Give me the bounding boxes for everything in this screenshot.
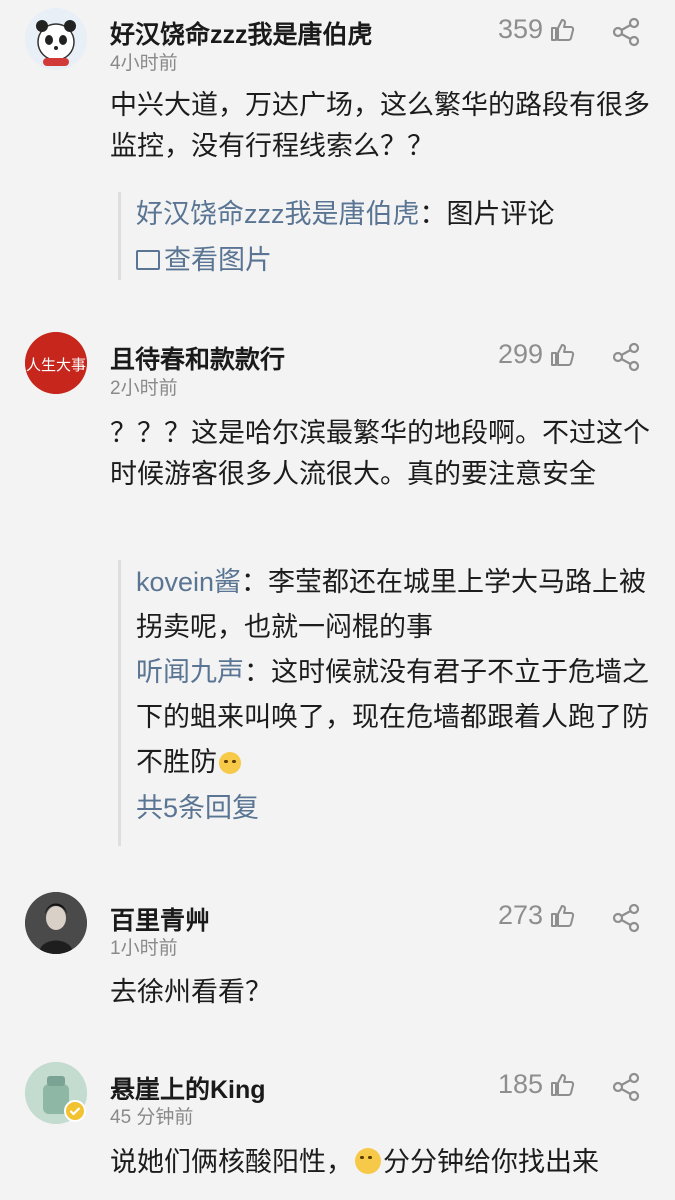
avatar[interactable] <box>25 892 87 954</box>
like-count: 273 <box>497 900 543 930</box>
username[interactable]: 悬崖上的King <box>110 1070 266 1106</box>
thumbs-up-icon <box>551 18 575 41</box>
like-button[interactable]: 273 <box>498 900 575 931</box>
reply-line: 听闻九声：这时候就没有君子不立于危墙之下的蛆来叫唤了，现在危墙都跟着人跑了防不胜… <box>136 650 666 785</box>
comment-text-part: 说她们俩核酸阳性， <box>110 1147 353 1177</box>
comment-text-part: 分分钟给你找出来 <box>383 1147 599 1177</box>
like-count: 185 <box>497 1069 543 1099</box>
avatar[interactable] <box>25 8 87 70</box>
share-icon[interactable] <box>611 903 641 933</box>
emoji-icon <box>219 752 241 774</box>
share-icon[interactable] <box>611 1072 641 1102</box>
like-count: 359 <box>497 14 543 44</box>
image-icon <box>136 250 160 270</box>
username[interactable]: 百里青艸 <box>110 901 210 937</box>
view-image-link[interactable]: 查看图片 <box>136 237 666 283</box>
more-replies-link[interactable]: 共5条回复 <box>136 785 666 831</box>
thumbs-up-icon <box>551 904 575 927</box>
reply-box[interactable]: 好汉饶命zzz我是唐伯虎：图片评论 查看图片 <box>118 192 666 280</box>
avatar[interactable]: 人生大事 <box>25 332 87 394</box>
username[interactable]: 好汉饶命zzz我是唐伯虎 <box>110 15 373 51</box>
reply-box[interactable]: kovein酱：李莹都还在城里上学大马路上被拐卖呢，也就一闷棍的事 听闻九声：这… <box>118 560 666 846</box>
reply-author[interactable]: kovein酱 <box>136 567 241 597</box>
username[interactable]: 且待春和款款行 <box>110 340 285 376</box>
timestamp: 4小时前 <box>110 53 178 74</box>
timestamp: 2小时前 <box>110 378 178 399</box>
view-image-label: 查看图片 <box>164 245 272 275</box>
like-button[interactable]: 299 <box>498 339 575 370</box>
timestamp: 1小时前 <box>110 938 178 959</box>
emoji-icon <box>355 1148 381 1174</box>
share-icon[interactable] <box>611 17 641 47</box>
share-icon[interactable] <box>611 342 641 372</box>
timestamp: 45 分钟前 <box>110 1107 194 1128</box>
comment-text: 中兴大道，万达广场，这么繁华的路段有很多监控，没有行程线索么？？ <box>110 90 650 161</box>
reply-author[interactable]: 听闻九声 <box>136 657 244 687</box>
comment-text: 去徐州看看？ <box>110 977 272 1007</box>
like-button[interactable]: 359 <box>498 14 575 45</box>
thumbs-up-icon <box>551 343 575 366</box>
comment-text: ？？？这是哈尔滨最繁华的地段啊。不过这个时候游客很多人流很大。真的要注意安全 <box>110 418 650 489</box>
like-button[interactable]: 185 <box>498 1069 575 1100</box>
comment-text: 说她们俩核酸阳性， 分分钟给你找出来 <box>110 1142 650 1183</box>
verified-badge-icon <box>64 1100 86 1122</box>
reply-line: kovein酱：李莹都还在城里上学大马路上被拐卖呢，也就一闷棍的事 <box>136 560 666 650</box>
reply-text: ：图片评论 <box>419 199 555 229</box>
reply-author[interactable]: 好汉饶命zzz我是唐伯虎 <box>136 199 420 229</box>
thumbs-up-icon <box>551 1073 575 1096</box>
like-count: 299 <box>497 339 543 369</box>
reply-line: 好汉饶命zzz我是唐伯虎：图片评论 <box>136 192 666 237</box>
avatar-text: 人生大事 <box>26 356 86 374</box>
